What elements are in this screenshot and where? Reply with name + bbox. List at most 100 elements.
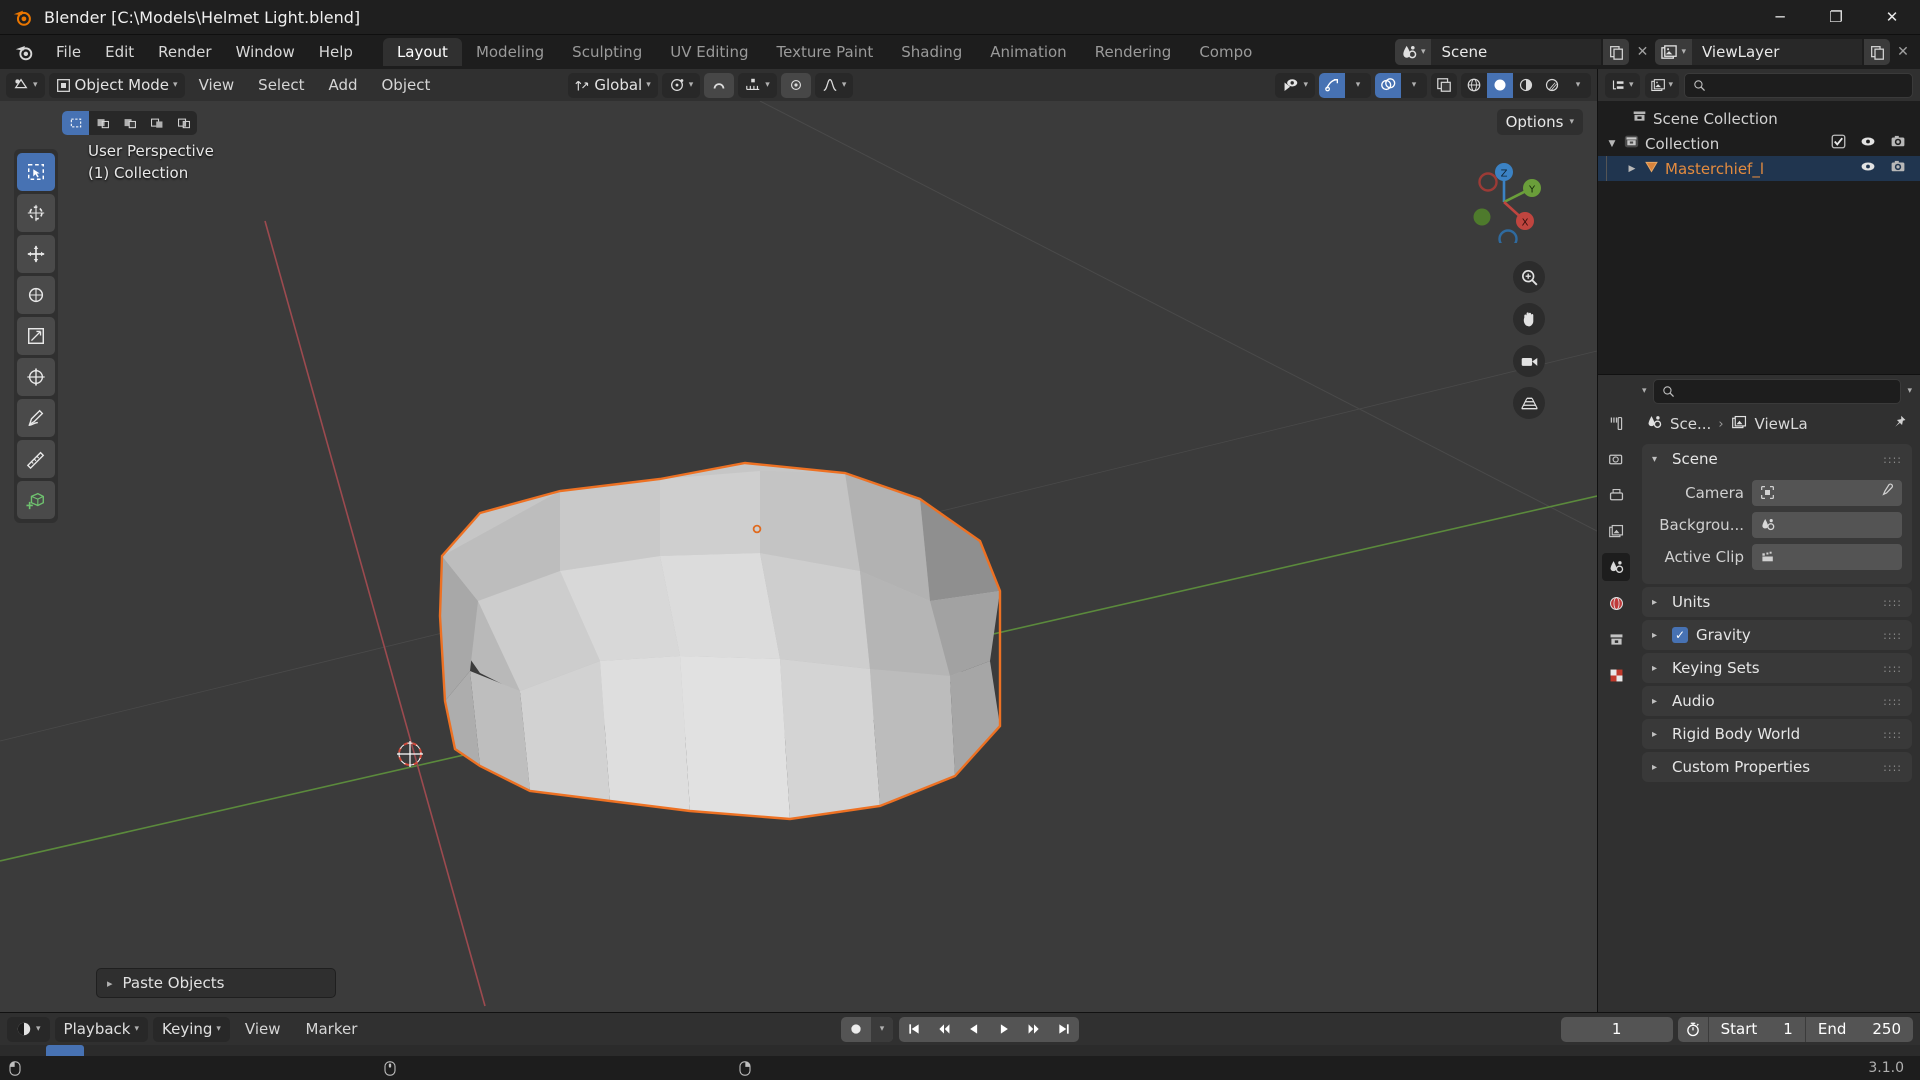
play-reverse-button[interactable] [959, 1017, 989, 1042]
viewport-menu-add[interactable]: Add [318, 73, 367, 97]
properties-search-input[interactable] [1653, 379, 1902, 404]
keying-sets-panel-header[interactable]: ▸ Keying Sets :::: [1642, 653, 1912, 683]
tweak-select-tool-button[interactable] [17, 153, 55, 191]
current-frame-field[interactable]: 1 [1561, 1017, 1673, 1042]
jump-next-keyframe-button[interactable] [1019, 1017, 1049, 1042]
audio-panel-header[interactable]: ▸ Audio :::: [1642, 686, 1912, 716]
breadcrumb-scene-label[interactable]: Sce... [1670, 415, 1711, 433]
editor-type-button[interactable]: ▾ [6, 73, 45, 98]
object-visibility-button[interactable]: ▾ [1275, 73, 1315, 98]
annotate-tool-button[interactable] [17, 399, 55, 437]
proportional-edit-toggle[interactable] [781, 73, 811, 98]
camera-field[interactable] [1752, 480, 1902, 506]
auto-keying-options-dropdown[interactable]: ▾ [871, 1017, 893, 1042]
menu-render[interactable]: Render [146, 39, 223, 65]
scene-name-field[interactable]: Scene [1431, 39, 1601, 65]
properties-tab-scene[interactable] [1602, 553, 1630, 581]
audio-panel[interactable]: ▸ Audio :::: [1642, 686, 1912, 716]
transform-tool-button[interactable] [17, 358, 55, 396]
outliner-display-mode-button[interactable]: ▾ [1645, 73, 1680, 98]
shading-solid-button[interactable] [1487, 73, 1513, 98]
outliner-editor-type-button[interactable]: ▾ [1605, 73, 1640, 98]
blender-menu-icon[interactable] [12, 41, 36, 63]
toggle-orthographic-button[interactable] [1513, 387, 1545, 419]
camera-view-button[interactable] [1513, 345, 1545, 377]
viewlayer-name-field[interactable]: ViewLayer [1692, 39, 1862, 65]
show-gizmo-toggle[interactable] [1319, 73, 1345, 98]
viewport-menu-select[interactable]: Select [248, 73, 314, 97]
use-preview-range-button[interactable] [1678, 1017, 1709, 1042]
viewport-menu-object[interactable]: Object [372, 73, 441, 97]
scene-panel-header[interactable]: ▾ Scene :::: [1642, 444, 1912, 474]
properties-tab-collection[interactable] [1602, 625, 1630, 653]
overlay-options-dropdown[interactable]: ▾ [1401, 73, 1427, 98]
snap-toggle-button[interactable] [704, 73, 734, 98]
menu-edit[interactable]: Edit [93, 39, 146, 65]
gravity-checkbox[interactable]: ✓ [1672, 627, 1688, 643]
menu-file[interactable]: File [44, 39, 93, 65]
active-clip-field[interactable] [1752, 544, 1902, 570]
workspace-tab-layout[interactable]: Layout [383, 38, 462, 66]
select-subtract-button[interactable] [116, 111, 143, 135]
outliner-row-collection[interactable]: ▼ Collection [1598, 131, 1920, 156]
camera-render-icon[interactable] [1890, 134, 1906, 153]
expand-triangle-icon[interactable]: ▼ [1606, 139, 1618, 149]
proportional-falloff-selector[interactable]: ▾ [815, 73, 854, 98]
jump-prev-keyframe-button[interactable] [929, 1017, 959, 1042]
custom-properties-panel[interactable]: ▸ Custom Properties :::: [1642, 752, 1912, 782]
auto-keying-toggle[interactable] [841, 1022, 871, 1036]
keying-sets-panel[interactable]: ▸ Keying Sets :::: [1642, 653, 1912, 683]
eye-icon[interactable] [1860, 134, 1876, 153]
units-panel-header[interactable]: ▸ Units :::: [1642, 587, 1912, 617]
select-intersect-button[interactable] [170, 111, 197, 135]
outliner-search-input[interactable] [1684, 73, 1913, 98]
gizmo-options-dropdown[interactable]: ▾ [1345, 73, 1371, 98]
play-button[interactable] [989, 1017, 1019, 1042]
viewport-3d-canvas[interactable]: User Perspective (1) Collection [0, 101, 1597, 1012]
add-cube-tool-button[interactable] [17, 481, 55, 519]
toggle-xray-button[interactable] [1431, 73, 1457, 98]
scene-browse-button[interactable]: ▾ [1395, 39, 1432, 65]
properties-tab-tool[interactable] [1602, 409, 1630, 437]
jump-to-end-button[interactable] [1049, 1017, 1079, 1042]
move-tool-button[interactable] [17, 235, 55, 273]
zoom-button[interactable] [1513, 261, 1545, 293]
shading-options-dropdown[interactable]: ▾ [1565, 73, 1591, 98]
chevron-down-icon[interactable]: ▾ [1642, 386, 1647, 396]
workspace-tab-compositing[interactable]: Compo [1185, 38, 1266, 66]
measure-tool-button[interactable] [17, 440, 55, 478]
workspace-tab-shading[interactable]: Shading [887, 38, 976, 66]
pan-button[interactable] [1513, 303, 1545, 335]
timeline-menu-keying[interactable]: Keying ▾ [153, 1017, 230, 1042]
rotate-tool-button[interactable] [17, 276, 55, 314]
breadcrumb-viewlayer-label[interactable]: ViewLa [1755, 415, 1808, 433]
interaction-mode-selector[interactable]: Object Mode ▾ [49, 73, 185, 98]
properties-tab-world[interactable] [1602, 589, 1630, 617]
camera-render-icon[interactable] [1890, 159, 1906, 178]
select-extend-button[interactable] [89, 111, 116, 135]
background-field[interactable] [1752, 512, 1902, 538]
properties-tab-texture[interactable] [1602, 661, 1630, 689]
minimize-button[interactable]: ─ [1752, 0, 1808, 35]
select-invert-button[interactable] [143, 111, 170, 135]
gravity-panel[interactable]: ▸ ✓ Gravity :::: [1642, 620, 1912, 650]
outliner-row-masterchief[interactable]: ▶ Masterchief_l [1598, 156, 1920, 181]
gravity-panel-header[interactable]: ▸ ✓ Gravity :::: [1642, 620, 1912, 650]
transform-orientation-selector[interactable]: Global ▾ [568, 73, 657, 98]
operator-redo-panel[interactable]: ▸ Paste Objects [96, 968, 336, 998]
workspace-tab-rendering[interactable]: Rendering [1081, 38, 1186, 66]
units-panel[interactable]: ▸ Units :::: [1642, 587, 1912, 617]
viewport-options-button[interactable]: Options ▾ [1497, 109, 1583, 135]
menu-window[interactable]: Window [224, 39, 307, 65]
workspace-tab-modeling[interactable]: Modeling [462, 38, 558, 66]
jump-to-start-button[interactable] [899, 1017, 929, 1042]
navigation-gizmo[interactable]: Z Y X [1463, 161, 1545, 243]
timeline-menu-playback[interactable]: Playback ▾ [55, 1017, 148, 1042]
workspace-tab-sculpting[interactable]: Sculpting [558, 38, 656, 66]
timeline-menu-marker[interactable]: Marker [296, 1017, 368, 1041]
checkbox-icon[interactable] [1831, 134, 1846, 153]
eyedropper-icon[interactable] [1879, 483, 1894, 502]
pivot-point-selector[interactable]: ▾ [662, 73, 701, 98]
frame-start-field[interactable]: Start 1 [1709, 1017, 1806, 1042]
show-overlays-toggle[interactable] [1375, 73, 1401, 98]
